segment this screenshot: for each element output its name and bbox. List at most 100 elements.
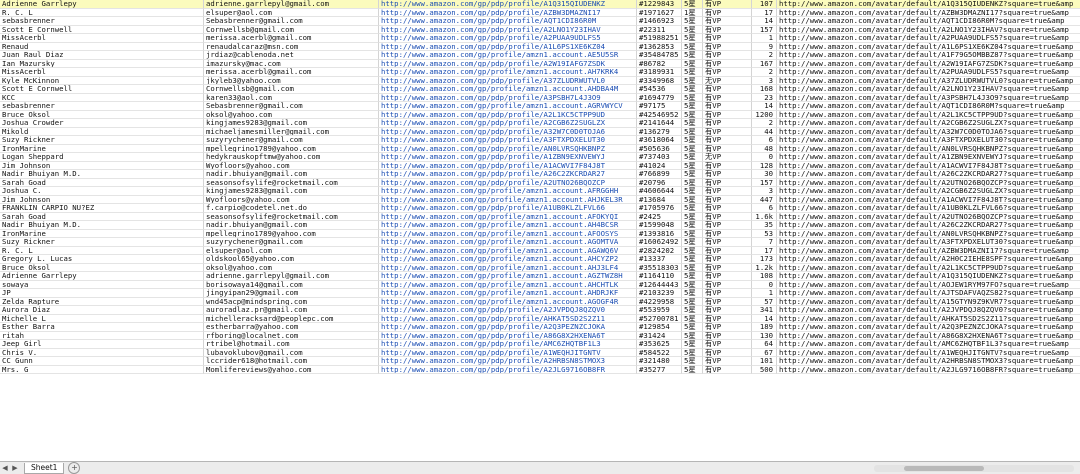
count-cell[interactable]: 53 [752,229,777,238]
name-cell[interactable]: Juan Raul Diaz [0,51,204,60]
vp-cell[interactable]: 有VP [703,59,752,68]
rating-cell[interactable]: 5星 [682,297,703,306]
profile-url-cell[interactable]: http://www.amazon.com/gp/pdp/profile/A86… [379,331,637,340]
table-row[interactable]: Sarah Goad seasonsofsylife@rocketmail.com… [0,178,1080,187]
table-row[interactable]: Bruce Oksol oksol@yahoo.com http://www.ama… [0,263,1080,272]
rank-cell[interactable]: #1229843 [637,0,682,9]
avatar-url-cell[interactable]: http://www.amazon.com/avatar/default/A2C… [777,187,1080,196]
email-cell[interactable]: mpellegrino1789@yahoo.com [204,144,379,153]
email-cell[interactable]: Cornwellsb@gmail.com [204,85,379,94]
rank-cell[interactable]: #13684 [637,195,682,204]
vp-cell[interactable]: 有VP [703,187,752,196]
profile-url-cell[interactable]: http://www.amazon.com/gp/profile/amzn1.a… [379,229,637,238]
name-cell[interactable]: Mikold [0,127,204,136]
avatar-url-cell[interactable]: http://www.amazon.com/avatar/default/A2C… [777,119,1080,128]
rank-cell[interactable]: #52700781 [637,314,682,323]
email-cell[interactable]: kingjames9283@gmail.com [204,119,379,128]
rating-cell[interactable]: 5星 [682,255,703,264]
rating-cell[interactable]: 5星 [682,246,703,255]
rating-cell[interactable]: 5星 [682,314,703,323]
vp-cell[interactable]: 有VP [703,255,752,264]
name-cell[interactable]: Nadir Bhuiyan M.D. [0,170,204,179]
vp-cell[interactable]: 有VP [703,289,752,298]
profile-url-cell[interactable]: http://www.amazon.com/gp/profile/amzn1.a… [379,246,637,255]
name-cell[interactable]: sebasbrenner [0,102,204,111]
avatar-url-cell[interactable]: http://www.amazon.com/avatar/default/A2L… [777,85,1080,94]
count-cell[interactable]: 168 [752,85,777,94]
count-cell[interactable]: 57 [752,297,777,306]
vp-cell[interactable]: 有VP [703,42,752,51]
email-cell[interactable]: oldskool65@yahoo.com [204,255,379,264]
rank-cell[interactable]: #553959 [637,306,682,315]
rank-cell[interactable]: #1466923 [637,17,682,26]
count-cell[interactable]: 500 [752,365,777,374]
count-cell[interactable]: 35 [752,221,777,230]
count-cell[interactable]: 157 [752,178,777,187]
name-cell[interactable]: R. C. L [0,246,204,255]
avatar-url-cell[interactable]: http://www.amazon.com/avatar/default/A1A… [777,196,1080,204]
profile-url-cell[interactable]: http://www.amazon.com/gp/pdp/profile/A2L… [379,110,637,119]
avatar-url-cell[interactable]: http://www.amazon.com/avatar/default/A3F… [777,238,1080,247]
rating-cell[interactable]: 5星 [682,161,703,170]
vp-cell[interactable]: 有VP [703,85,752,94]
rating-cell[interactable]: 5星 [682,136,703,145]
table-row[interactable]: Scott E Cornwell Cornwellsb@gmail.com http… [0,85,1080,94]
profile-url-cell[interactable]: http://www.amazon.com/gp/pdp/profile/A1W… [379,348,637,357]
email-cell[interactable]: suzyrychener@gmail.com [204,238,379,247]
avatar-url-cell[interactable]: http://www.amazon.com/avatar/default/A2H… [777,357,1080,366]
email-cell[interactable]: borisowaya14@gmail.com [204,280,379,289]
avatar-url-cell[interactable]: http://www.amazon.com/avatar/default/A3F… [777,136,1080,145]
table-row[interactable]: Esther Barra estherbarra@yahoo.com http://… [0,323,1080,332]
vp-cell[interactable]: 有VP [703,170,752,179]
rating-cell[interactable]: 5星 [682,187,703,196]
email-cell[interactable]: lubavoklubov@gmail.com [204,348,379,357]
avatar-url-cell[interactable]: http://www.amazon.com/avatar/default/A2P… [777,34,1080,43]
rating-cell[interactable]: 5星 [682,170,703,179]
name-cell[interactable]: Sarah Goad [0,178,204,187]
table-row[interactable]: Michelle Lmichelleracksard@peoplepc.com h… [0,314,1080,323]
table-row[interactable]: Gregory L. Lucas oldskool65@yahoo.com http… [0,255,1080,264]
email-cell[interactable]: Sebasbrenner@gmail.com [204,17,379,26]
table-row[interactable]: FRANKLIN CARPIO NU?EZ f.carpio@codetel.ne… [0,204,1080,213]
name-cell[interactable]: Suzy Rickner [0,238,204,247]
email-cell[interactable]: renaudalcaraz@msn.com [204,42,379,51]
avatar-url-cell[interactable]: http://www.amazon.com/avatar/default/AMC… [777,340,1080,349]
rating-cell[interactable]: 5星 [682,59,703,68]
vp-cell[interactable]: 有VP [703,297,752,306]
count-cell[interactable]: 341 [752,306,777,315]
vp-cell[interactable]: 有VP [703,306,752,315]
profile-url-cell[interactable]: http://www.amazon.com/gp/pdp/profile/A3P… [379,93,637,102]
name-cell[interactable]: Joshua Crowder [0,119,204,128]
count-cell[interactable]: 0 [752,280,777,289]
table-row[interactable]: IronMarine mpellegrino1789@yahoo.com http:… [0,144,1080,153]
vp-cell[interactable]: 有VP [703,204,752,213]
count-cell[interactable]: 17 [752,8,777,17]
rank-cell[interactable]: #1599048 [637,221,682,230]
rank-cell[interactable]: #1393816 [637,229,682,238]
count-cell[interactable]: 2 [752,119,777,128]
table-row[interactable]: Joshua C. kingjames9283@gmail.com http://w… [0,187,1080,196]
rating-cell[interactable]: 5星 [682,221,703,230]
name-cell[interactable]: CC Gunn [0,357,204,366]
profile-url-cell[interactable]: http://www.amazon.com/gp/profile/amzn1.a… [379,263,637,272]
email-cell[interactable]: mpellegrino1789@yahoo.com [204,229,379,238]
profile-url-cell[interactable]: http://www.amazon.com/gp/profile/amzn1.a… [379,297,637,306]
rank-cell[interactable]: #4229958 [637,297,682,306]
count-cell[interactable]: 173 [752,255,777,264]
rating-cell[interactable]: 5星 [682,323,703,332]
table-row[interactable]: Suzy Rickner suzyrychener@gmail.com http:/… [0,136,1080,145]
table-row[interactable]: Juan Raul Diaz jrdiaz@cablenoda.net http:/… [0,51,1080,60]
rank-cell[interactable]: #51988251 [637,34,682,43]
avatar-url-cell[interactable]: http://www.amazon.com/avatar/default/A1U… [777,204,1080,213]
rating-cell[interactable]: 5星 [682,229,703,238]
rank-cell[interactable]: #584522 [637,348,682,357]
rank-cell[interactable]: #35484785 [637,51,682,60]
vp-cell[interactable]: 有VP [703,340,752,349]
profile-url-cell[interactable]: http://www.amazon.com/gp/profile/amzn1.a… [379,238,637,247]
rating-cell[interactable]: 5星 [682,263,703,272]
avatar-url-cell[interactable]: http://www.amazon.com/avatar/default/A2U… [777,213,1080,221]
vp-cell[interactable]: 有VP [703,34,752,43]
rank-cell[interactable]: #136279 [637,127,682,136]
vp-cell[interactable]: 有VP [703,263,752,272]
profile-url-cell[interactable]: http://www.amazon.com/gp/pdp/profile/A2H… [379,357,637,366]
